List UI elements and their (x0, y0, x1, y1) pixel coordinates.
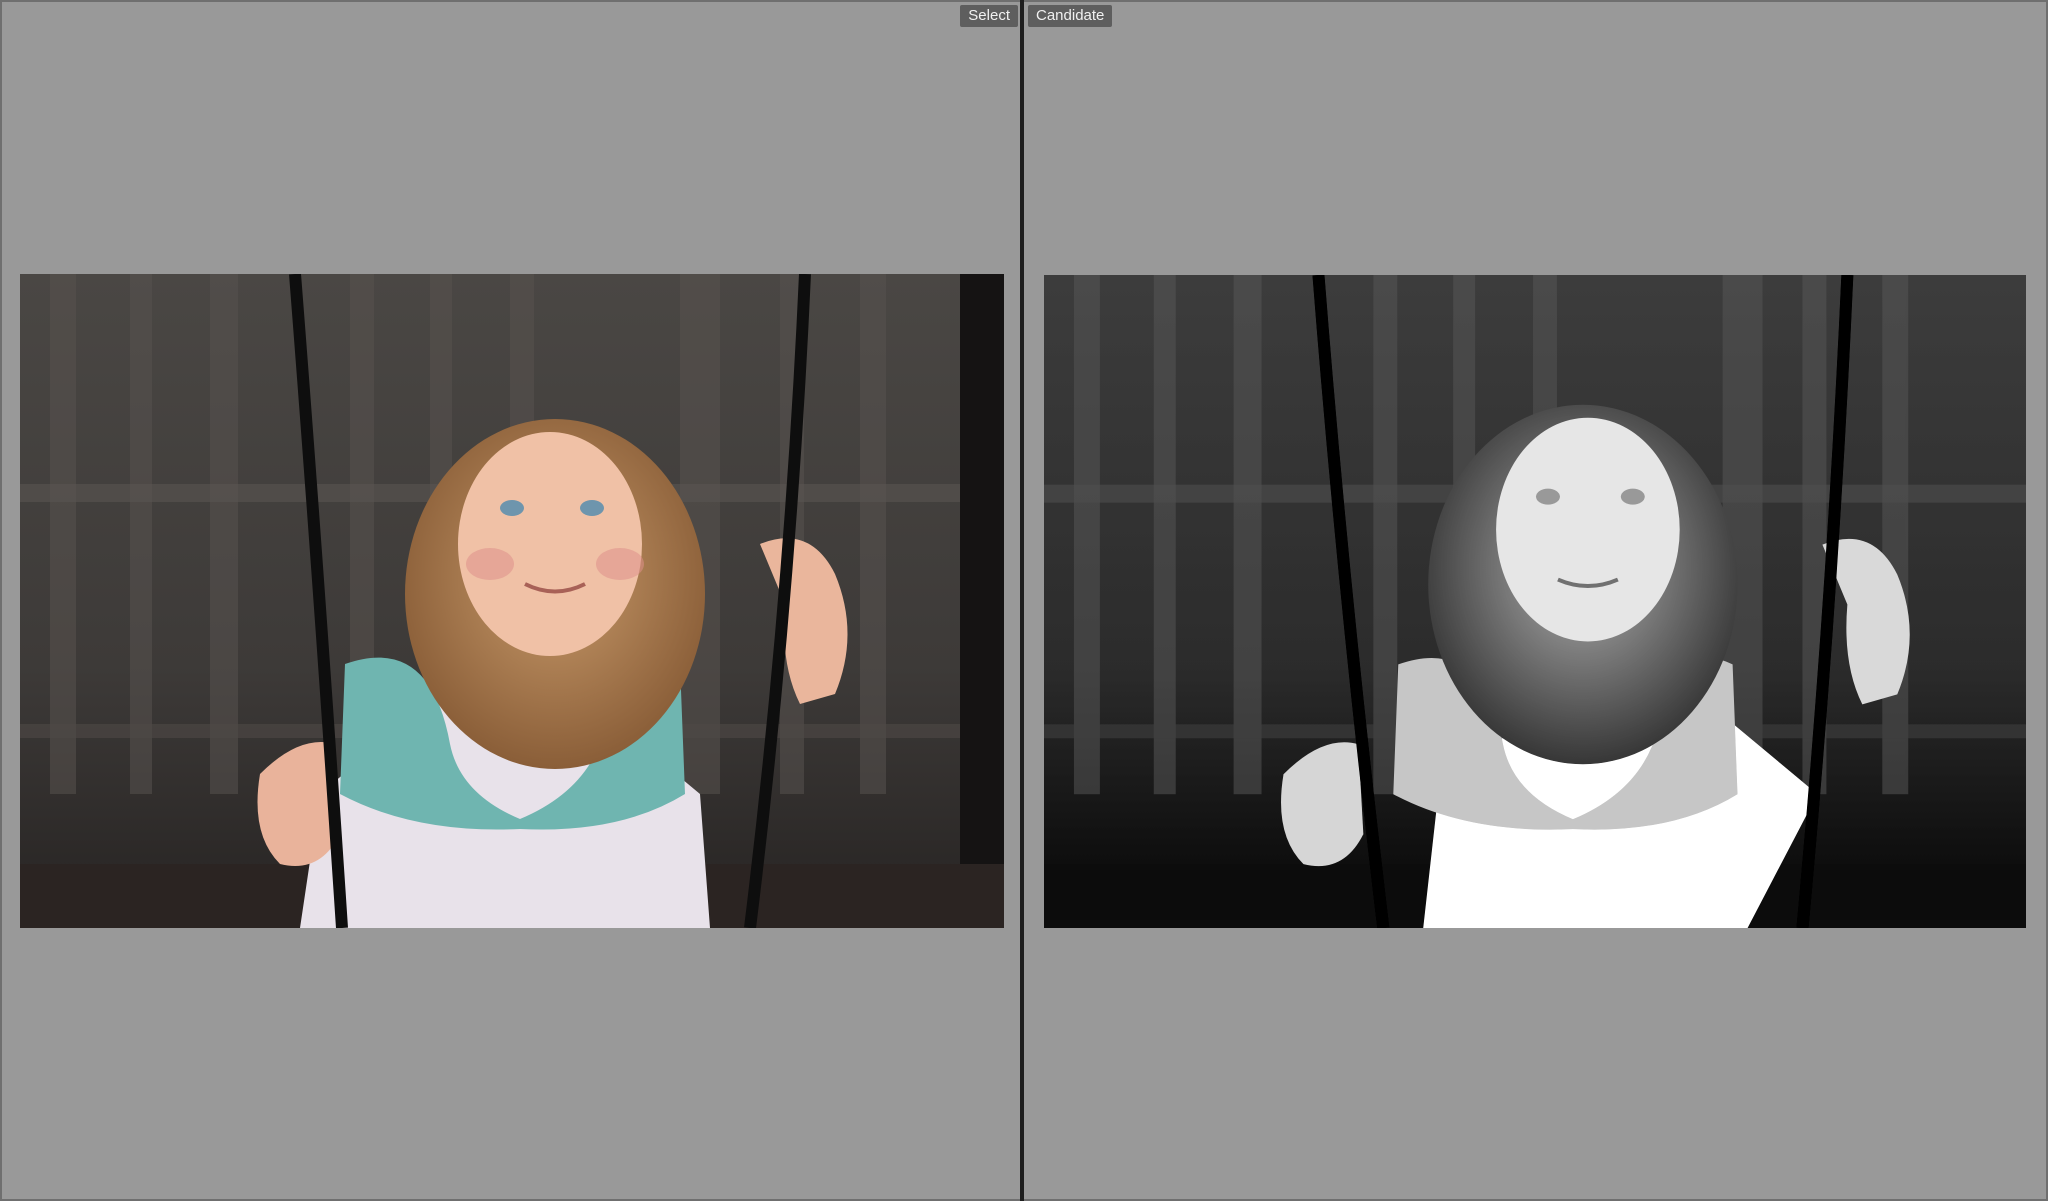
select-photo-image (20, 274, 1004, 928)
select-pane[interactable]: Select (0, 0, 1022, 1201)
compare-view: Select Candidate (0, 0, 2048, 1201)
candidate-label[interactable]: Candidate (1028, 5, 1113, 27)
candidate-photo[interactable] (1044, 275, 2026, 928)
select-photo[interactable] (20, 274, 1004, 928)
select-label[interactable]: Select (960, 5, 1018, 27)
candidate-pane[interactable]: Candidate (1024, 0, 2048, 1201)
candidate-photo-image (1044, 275, 2026, 928)
